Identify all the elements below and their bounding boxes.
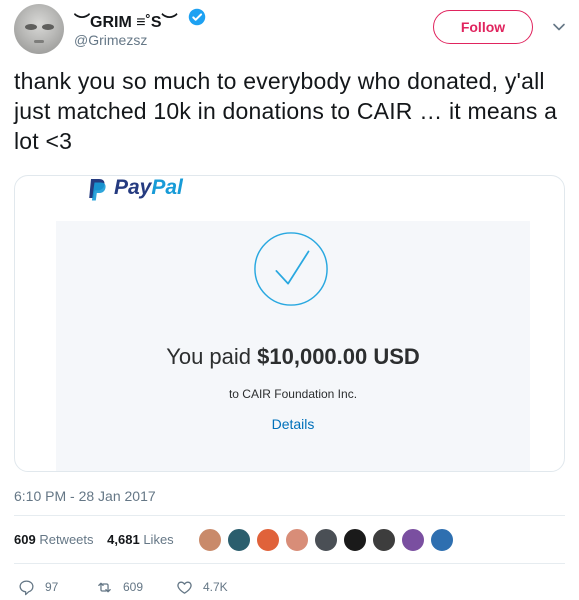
avatar-mouth <box>34 40 44 43</box>
divider <box>14 515 565 516</box>
retweet-icon <box>98 582 111 592</box>
paid-amount: $10,000.00 USD <box>257 344 420 369</box>
likes-label: Likes <box>143 532 174 547</box>
retweets-label: Retweets <box>39 532 94 547</box>
liker-avatar[interactable] <box>314 528 338 552</box>
avatar-eye <box>25 24 37 30</box>
paid-prefix: You paid <box>166 344 258 369</box>
reply-button[interactable]: 97 <box>18 578 58 596</box>
liker-avatar[interactable] <box>198 528 222 552</box>
retweets-count: 609 <box>14 532 36 547</box>
paypal-wordmark-pay: Pay <box>114 176 152 199</box>
divider <box>14 563 565 564</box>
likes-stat[interactable]: 4,681 Likes <box>107 532 174 547</box>
reply-count: 97 <box>45 580 59 594</box>
liker-avatar[interactable] <box>285 528 309 552</box>
follow-button[interactable]: Follow <box>433 10 533 44</box>
like-button[interactable]: 4.7K <box>176 578 228 596</box>
avatar-eye <box>42 24 54 30</box>
paypal-wordmark-pal: Pal <box>151 176 183 199</box>
paypal-logo-icon <box>89 179 106 201</box>
reply-icon <box>19 579 34 595</box>
likes-count: 4,681 <box>107 532 140 547</box>
success-check-icon <box>254 232 328 306</box>
retweet-button[interactable]: 609 <box>96 578 143 596</box>
details-link[interactable]: Details <box>56 416 530 432</box>
retweet-count: 609 <box>123 580 144 594</box>
retweets-stat[interactable]: 609 Retweets <box>14 532 94 547</box>
like-count: 4.7K <box>203 580 228 594</box>
liker-avatar[interactable] <box>227 528 251 552</box>
tweet-text: thank you so much to everybody who donat… <box>14 68 558 154</box>
payment-summary: You paid $10,000.00 USD <box>56 344 530 370</box>
avatar[interactable] <box>14 4 64 54</box>
tweet-timestamp[interactable]: 6:10 PM - 28 Jan 2017 <box>14 488 156 504</box>
user-handle[interactable]: @Grimezsz <box>74 32 147 48</box>
verified-check-icon <box>188 8 206 26</box>
liker-avatar[interactable] <box>372 528 396 552</box>
liker-avatar[interactable] <box>401 528 425 552</box>
chevron-down-icon[interactable] <box>552 20 566 34</box>
liker-avatar[interactable] <box>430 528 454 552</box>
display-name[interactable]: ︶GRIM ≡˚S︶ <box>74 8 178 32</box>
liker-avatar[interactable] <box>343 528 367 552</box>
paypal-wordmark: PayPal <box>114 176 183 200</box>
liker-avatar[interactable] <box>256 528 280 552</box>
engagement-stats: 609 Retweets 4,681 Likes <box>14 532 174 547</box>
heart-icon <box>177 581 192 594</box>
payment-recipient: to CAIR Foundation Inc. <box>228 387 358 401</box>
